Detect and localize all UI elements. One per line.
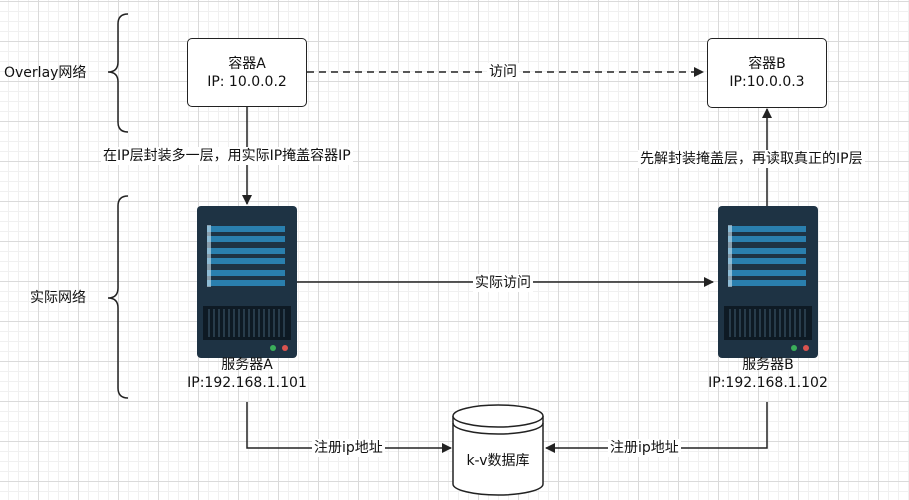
server-b-label: 服务器B IP:192.168.1.102	[668, 356, 868, 392]
container-a-ip: IP: 10.0.0.2	[207, 73, 287, 90]
server-a-name: 服务器A	[221, 357, 273, 373]
server-a-ip: IP:192.168.1.101	[187, 375, 307, 391]
container-access-label: 访问	[487, 63, 519, 81]
overlay-network-label: Overlay网络	[4, 65, 87, 81]
overlay-brace	[107, 13, 129, 133]
container-a-name: 容器A	[228, 55, 266, 72]
register-b-label: 注册ip地址	[608, 439, 681, 457]
encapsulate-label: 在IP层封装多一层，用实际IP掩盖容器IP	[101, 147, 353, 165]
physical-brace	[107, 195, 129, 399]
database-label: k-v数据库	[466, 453, 530, 469]
database-cylinder-icon	[452, 404, 544, 496]
container-a-node[interactable]: 容器A IP: 10.0.0.2	[187, 38, 307, 107]
container-b-name: 容器B	[748, 56, 786, 72]
server-b-icon	[718, 206, 818, 358]
server-b-ip: IP:192.168.1.102	[708, 375, 828, 391]
container-b-ip: IP:10.0.0.3	[729, 74, 805, 90]
decapsulate-label: 先解封装掩盖层，再读取真正的IP层	[638, 150, 865, 168]
server-a-icon	[197, 206, 297, 358]
server-b-name: 服务器B	[742, 357, 794, 373]
container-b-node[interactable]: 容器B IP:10.0.0.3	[707, 38, 827, 108]
register-a-label: 注册ip地址	[312, 439, 385, 457]
physical-network-label: 实际网络	[30, 290, 86, 306]
physical-access-label: 实际访问	[473, 274, 533, 292]
server-a-label: 服务器A IP:192.168.1.101	[147, 356, 347, 392]
